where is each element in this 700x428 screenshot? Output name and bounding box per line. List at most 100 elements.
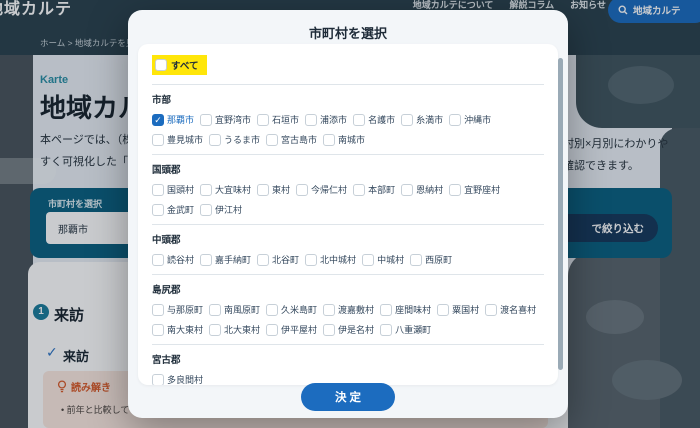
divider bbox=[152, 154, 544, 155]
municipality-checkbox[interactable]: 西原町 bbox=[410, 253, 452, 266]
checkbox-icon bbox=[152, 134, 164, 146]
checkbox-icon bbox=[323, 134, 335, 146]
modal-title: 市町村を選択 bbox=[128, 10, 568, 42]
checkbox-icon bbox=[257, 184, 269, 196]
checkbox-icon bbox=[380, 324, 392, 336]
checkbox-icon bbox=[401, 114, 413, 126]
municipality-checkbox[interactable]: 南大東村 bbox=[152, 323, 203, 336]
municipality-checkbox[interactable]: 宜野湾市 bbox=[200, 113, 251, 126]
select-all-checkbox[interactable]: すべて bbox=[152, 55, 207, 75]
submit-button[interactable]: 決定 bbox=[301, 383, 395, 411]
municipality-checkbox[interactable]: 石垣市 bbox=[257, 113, 299, 126]
municipality-checkbox[interactable]: 伊是名村 bbox=[323, 323, 374, 336]
checkbox-icon bbox=[257, 254, 269, 266]
municipality-checkbox[interactable]: 与那原町 bbox=[152, 303, 203, 316]
municipality-checkbox[interactable]: 座間味村 bbox=[380, 303, 431, 316]
municipality-label: 今帰仁村 bbox=[311, 183, 347, 196]
municipality-label: 沖縄市 bbox=[464, 113, 491, 126]
municipality-label: 西原町 bbox=[425, 253, 452, 266]
municipality-checkbox[interactable]: 北中城村 bbox=[305, 253, 356, 266]
divider bbox=[152, 344, 544, 345]
municipality-checkbox[interactable]: 伊江村 bbox=[200, 203, 242, 216]
municipality-checkbox[interactable]: 糸満市 bbox=[401, 113, 443, 126]
checkbox-icon bbox=[437, 304, 449, 316]
municipality-groups: 市部 ✓那覇市 宜野湾市石垣市浦添市名護市 糸満市 沖縄市豊見城市 うるま市宮古島市南城市… bbox=[152, 92, 544, 385]
checkbox-icon: ✓ bbox=[152, 114, 164, 126]
municipality-checkbox[interactable]: 恩納村 bbox=[401, 183, 443, 196]
municipality-checkbox[interactable]: 金武町 bbox=[152, 203, 194, 216]
municipality-label: 伊是名村 bbox=[338, 323, 374, 336]
municipality-checkbox[interactable]: 南城市 bbox=[323, 133, 365, 146]
municipality-label: 宜野座村 bbox=[464, 183, 500, 196]
checkbox-icon bbox=[200, 184, 212, 196]
municipality-modal: 市町村を選択 すべて 市部 ✓那覇市 宜野湾市石垣市浦添市名護市 糸満市 沖縄市豊見城市… bbox=[128, 10, 568, 418]
municipality-checkbox[interactable]: 東村 bbox=[257, 183, 290, 196]
municipality-label: 東村 bbox=[272, 183, 290, 196]
municipality-checkbox[interactable]: 北大東村 bbox=[209, 323, 260, 336]
checkbox-icon bbox=[362, 254, 374, 266]
municipality-checkbox[interactable]: 伊平屋村 bbox=[266, 323, 317, 336]
municipality-checkbox[interactable]: 沖縄市 bbox=[449, 113, 491, 126]
checkbox-icon bbox=[152, 374, 164, 386]
municipality-label: 大宜味村 bbox=[215, 183, 251, 196]
checkbox-icon bbox=[152, 184, 164, 196]
municipality-label: 渡嘉敷村 bbox=[338, 303, 374, 316]
checkbox-icon bbox=[305, 254, 317, 266]
municipality-checkbox[interactable]: 嘉手納町 bbox=[200, 253, 251, 266]
group-items: 読谷村 嘉手納町北谷町北中城村中城村 西原町 bbox=[152, 253, 544, 266]
checkbox-icon bbox=[323, 324, 335, 336]
municipality-label: 与那原町 bbox=[167, 303, 203, 316]
municipality-label: 南風原町 bbox=[224, 303, 260, 316]
checkbox-icon bbox=[257, 114, 269, 126]
group-name: 市部 bbox=[152, 92, 544, 106]
municipality-checkbox[interactable]: 浦添市 bbox=[305, 113, 347, 126]
municipality-label: 那覇市 bbox=[167, 113, 194, 126]
municipality-checkbox[interactable]: 読谷村 bbox=[152, 253, 194, 266]
municipality-checkbox[interactable]: 大宜味村 bbox=[200, 183, 251, 196]
municipality-checkbox[interactable]: 名護市 bbox=[353, 113, 395, 126]
divider bbox=[152, 274, 544, 275]
checkbox-icon bbox=[449, 114, 461, 126]
municipality-checkbox[interactable]: 久米島町 bbox=[266, 303, 317, 316]
municipality-label: 伊平屋村 bbox=[281, 323, 317, 336]
municipality-checkbox[interactable]: 多良間村 bbox=[152, 373, 203, 385]
municipality-checkbox[interactable]: 豊見城市 bbox=[152, 133, 203, 146]
group-name: 中頭郡 bbox=[152, 232, 544, 246]
municipality-checkbox[interactable]: 八重瀬町 bbox=[380, 323, 431, 336]
checkbox-icon bbox=[266, 134, 278, 146]
municipality-checkbox[interactable]: 宜野座村 bbox=[449, 183, 500, 196]
checkbox-icon bbox=[323, 304, 335, 316]
municipality-checkbox[interactable]: 北谷町 bbox=[257, 253, 299, 266]
group-name: 島尻郡 bbox=[152, 282, 544, 296]
municipality-label: 糸満市 bbox=[416, 113, 443, 126]
municipality-checkbox[interactable]: 南風原町 bbox=[209, 303, 260, 316]
municipality-label: 恩納村 bbox=[416, 183, 443, 196]
municipality-label: うるま市 bbox=[224, 133, 260, 146]
municipality-label: 国頭村 bbox=[167, 183, 194, 196]
municipality-checkbox[interactable]: 粟国村 bbox=[437, 303, 479, 316]
municipality-checkbox[interactable]: 国頭村 bbox=[152, 183, 194, 196]
municipality-checkbox[interactable]: 渡嘉敷村 bbox=[323, 303, 374, 316]
municipality-label: 宜野湾市 bbox=[215, 113, 251, 126]
municipality-label: 豊見城市 bbox=[167, 133, 203, 146]
municipality-label: 南大東村 bbox=[167, 323, 203, 336]
checkbox-icon bbox=[380, 304, 392, 316]
municipality-label: 金武町 bbox=[167, 203, 194, 216]
scrollbar-thumb[interactable] bbox=[558, 58, 563, 370]
checkbox-icon bbox=[200, 114, 212, 126]
group-items: 国頭村 大宜味村 東村 今帰仁村本部町 恩納村 宜野座村金武町伊江村 bbox=[152, 183, 544, 216]
municipality-checkbox[interactable]: 中城村 bbox=[362, 253, 404, 266]
municipality-label: 渡名喜村 bbox=[500, 303, 536, 316]
municipality-checkbox[interactable]: 今帰仁村 bbox=[296, 183, 347, 196]
municipality-checkbox[interactable]: 宮古島市 bbox=[266, 133, 317, 146]
municipality-checkbox[interactable]: ✓那覇市 bbox=[152, 113, 194, 126]
municipality-label: 嘉手納町 bbox=[215, 253, 251, 266]
municipality-label: 多良間村 bbox=[167, 373, 203, 385]
municipality-checkbox[interactable]: うるま市 bbox=[209, 133, 260, 146]
checkbox-icon bbox=[353, 184, 365, 196]
checkbox-icon bbox=[296, 184, 308, 196]
municipality-label: 座間味村 bbox=[395, 303, 431, 316]
municipality-checkbox[interactable]: 渡名喜村 bbox=[485, 303, 536, 316]
municipality-checkbox[interactable]: 本部町 bbox=[353, 183, 395, 196]
municipality-label: 北大東村 bbox=[224, 323, 260, 336]
